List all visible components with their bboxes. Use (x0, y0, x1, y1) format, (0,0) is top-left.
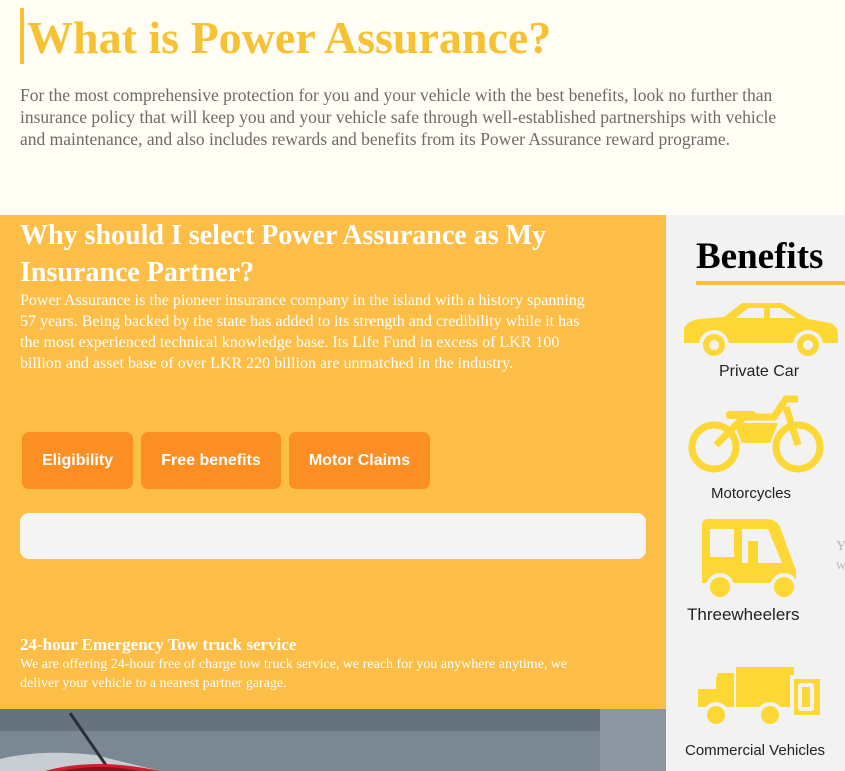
why-heading: Why should I select Power Assurance as M… (20, 217, 660, 291)
intro-line: insurance policy that will keep you and … (20, 107, 777, 127)
benefit-label-private-car[interactable]: Private Car (719, 363, 799, 381)
why-line: billion and asset base of over LKR 220 b… (20, 355, 514, 372)
car-icon[interactable] (680, 299, 840, 361)
clipped-line: w (836, 558, 845, 573)
title-accent-bar (20, 8, 24, 64)
why-section: Why should I select Power Assurance as M… (0, 215, 666, 709)
page-title: What is Power Assurance? (27, 12, 552, 63)
tab-content-panel (20, 513, 646, 559)
why-heading-line: Insurance Partner? (20, 257, 255, 288)
benefit-label-threewheelers[interactable]: Threewheelers (687, 605, 799, 625)
tow-service-text: We are offering 24-hour free of charge t… (20, 655, 660, 693)
intro-section: What is Power Assurance? For the most co… (0, 0, 845, 215)
why-heading-line: Why should I select Power Assurance as M… (20, 220, 547, 251)
why-line: Power Assurance is the pioneer insurance… (20, 292, 585, 309)
tow-line: deliver your vehicle to a nearest partne… (20, 676, 287, 691)
clipped-text: Y w (836, 537, 845, 575)
intro-line: and maintenance, and also includes rewar… (20, 129, 730, 149)
truck-icon[interactable] (694, 663, 826, 731)
tow-line: We are offering 24-hour free of charge t… (20, 657, 568, 672)
benefit-label-motorcycles[interactable]: Motorcycles (711, 485, 791, 502)
tow-service-heading: 24-hour Emergency Tow truck service (20, 635, 297, 654)
tab-eligibility[interactable]: Eligibility (22, 432, 133, 489)
clipped-line: Y (836, 539, 845, 554)
why-line: the most experienced technical knowledge… (20, 334, 560, 351)
car-photo (0, 709, 666, 771)
intro-paragraph: For the most comprehensive protection fo… (20, 84, 845, 150)
car-photo-graphic (0, 709, 666, 771)
benefits-sidebar: Benefits Private Car Motorcycles Threewh… (666, 215, 845, 771)
benefit-label-commercial-vehicles[interactable]: Commercial Vehicles (685, 742, 825, 759)
benefits-heading: Benefits (696, 236, 824, 277)
three-wheeler-icon[interactable] (696, 517, 802, 601)
why-line: 57 years. Being backed by the state has … (20, 313, 580, 330)
tab-motor-claims[interactable]: Motor Claims (289, 432, 430, 489)
benefits-underline (696, 281, 845, 285)
intro-line: For the most comprehensive protection fo… (20, 85, 773, 105)
why-paragraph: Power Assurance is the pioneer insurance… (20, 290, 660, 374)
motorcycle-icon[interactable] (686, 393, 826, 477)
tab-free-benefits[interactable]: Free benefits (141, 432, 281, 489)
